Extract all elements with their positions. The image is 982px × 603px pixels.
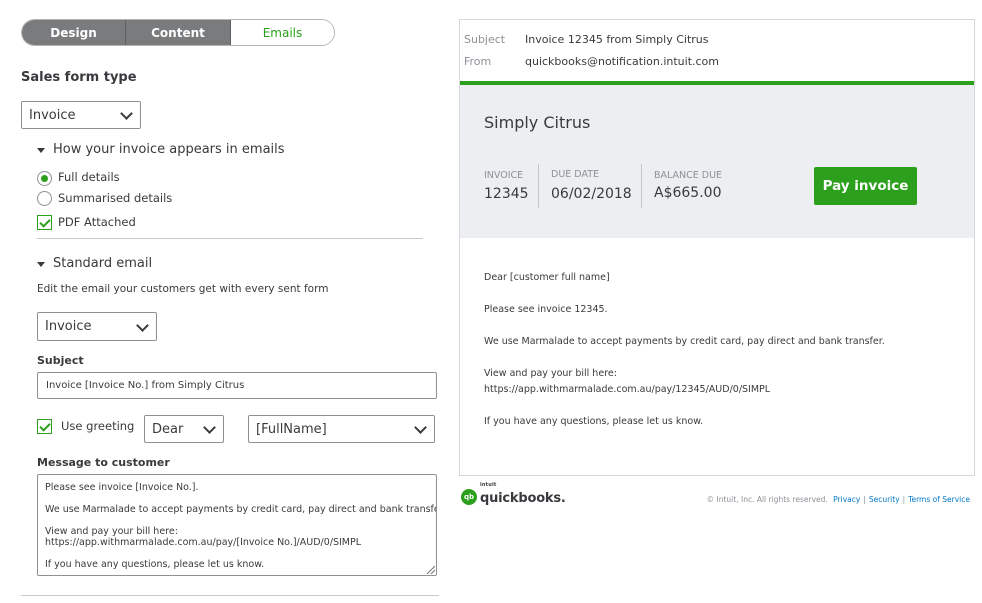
column-separator bbox=[641, 164, 642, 208]
summarised-details-radio[interactable] bbox=[37, 191, 52, 206]
terms-of-service-link[interactable]: Terms of Service bbox=[908, 495, 970, 504]
invoice-banner: Simply Citrus INVOICE 12345 DUE DATE 06/… bbox=[460, 85, 974, 238]
tab-emails[interactable]: Emails bbox=[231, 20, 334, 45]
intuit-wordmark: intuit bbox=[480, 482, 497, 488]
email-body-line: Dear [customer full name] bbox=[484, 272, 610, 283]
message-line: We use Marmalade to accept payments by c… bbox=[45, 504, 437, 515]
greeting-salutation-select[interactable]: Dear bbox=[144, 415, 224, 443]
message-line: If you have any questions, please let us… bbox=[45, 559, 265, 570]
chevron-down-icon bbox=[414, 421, 427, 434]
use-greeting-checkbox[interactable] bbox=[37, 419, 52, 434]
email-body-line: If you have any questions, please let us… bbox=[484, 416, 704, 427]
company-name: Simply Citrus bbox=[484, 113, 591, 132]
copyright-text: © Intuit, Inc. All rights reserved. bbox=[706, 495, 828, 504]
subject-label: Subject bbox=[37, 354, 84, 367]
chevron-down-icon bbox=[120, 107, 133, 120]
balance-due-label: BALANCE DUE bbox=[654, 170, 723, 181]
security-link[interactable]: Security bbox=[869, 495, 900, 504]
bottom-divider bbox=[21, 595, 439, 596]
quickbooks-logo: qb intuit quickbooks. bbox=[461, 482, 566, 506]
standard-email-description: Edit the email your customers get with e… bbox=[37, 283, 329, 295]
pay-invoice-button[interactable]: Pay invoice bbox=[814, 167, 917, 205]
tab-content[interactable]: Content bbox=[126, 20, 231, 45]
preview-from-value: quickbooks@notification.intuit.com bbox=[525, 55, 719, 68]
email-body-line: View and pay your bill here: bbox=[484, 368, 617, 379]
greeting-name-value: [FullName] bbox=[256, 421, 327, 437]
standard-email-title[interactable]: Standard email bbox=[53, 256, 152, 271]
pdf-attached-checkbox[interactable] bbox=[37, 215, 52, 230]
collapse-caret-icon[interactable] bbox=[37, 262, 45, 267]
full-details-label: Full details bbox=[58, 170, 120, 184]
sales-form-type-heading: Sales form type bbox=[21, 70, 137, 85]
preview-footer: © Intuit, Inc. All rights reserved. Priv… bbox=[707, 495, 970, 504]
email-template-value: Invoice bbox=[45, 319, 92, 334]
sales-form-type-select[interactable]: Invoice bbox=[21, 101, 141, 129]
greeting-name-select[interactable]: [FullName] bbox=[248, 415, 435, 443]
tab-design[interactable]: Design bbox=[22, 20, 126, 45]
email-body-line: Please see invoice 12345. bbox=[484, 304, 608, 315]
greeting-salutation-value: Dear bbox=[152, 421, 184, 437]
footer-separator: | bbox=[863, 495, 866, 504]
invoice-number-label: INVOICE bbox=[484, 170, 524, 181]
email-body-link: https://app.withmarmalade.com.au/pay/123… bbox=[484, 384, 771, 395]
form-tabs: Design Content Emails bbox=[21, 19, 335, 46]
summarised-details-label: Summarised details bbox=[58, 191, 173, 205]
full-details-radio[interactable] bbox=[37, 171, 52, 186]
invoice-number-value: 12345 bbox=[484, 186, 529, 202]
chevron-down-icon bbox=[136, 319, 149, 332]
due-date-value: 06/02/2018 bbox=[551, 186, 632, 202]
balance-due-value: A$665.00 bbox=[654, 185, 722, 201]
preview-subject-value: Invoice 12345 from Simply Citrus bbox=[525, 33, 709, 46]
pdf-attached-label: PDF Attached bbox=[58, 215, 136, 229]
due-date-label: DUE DATE bbox=[551, 169, 600, 180]
chevron-down-icon bbox=[203, 421, 216, 434]
resize-handle-icon[interactable] bbox=[427, 566, 435, 574]
subject-input[interactable]: Invoice [Invoice No.] from Simply Citrus bbox=[37, 372, 437, 399]
preview-from-label: From bbox=[464, 55, 492, 68]
section-divider bbox=[37, 238, 423, 239]
footer-separator: | bbox=[902, 495, 906, 504]
preview-subject-label: Subject bbox=[464, 33, 506, 46]
quickbooks-wordmark: quickbooks. bbox=[480, 491, 566, 506]
message-line: View and pay your bill here: bbox=[45, 526, 178, 537]
use-greeting-label: Use greeting bbox=[61, 419, 135, 433]
quickbooks-logo-icon: qb bbox=[461, 488, 477, 505]
appearance-section-title[interactable]: How your invoice appears in emails bbox=[53, 142, 285, 157]
message-line: https://app.withmarmalade.com.au/pay/[In… bbox=[45, 537, 362, 548]
message-textarea[interactable]: Please see invoice [Invoice No.]. We use… bbox=[37, 474, 437, 576]
column-separator bbox=[538, 164, 539, 208]
collapse-caret-icon[interactable] bbox=[37, 148, 45, 153]
email-preview: Subject Invoice 12345 from Simply Citrus… bbox=[459, 19, 975, 476]
message-line: Please see invoice [Invoice No.]. bbox=[45, 482, 199, 493]
email-template-select[interactable]: Invoice bbox=[37, 312, 157, 341]
privacy-link[interactable]: Privacy bbox=[833, 495, 860, 504]
message-label: Message to customer bbox=[37, 456, 170, 469]
email-body-line: We use Marmalade to accept payments by c… bbox=[484, 336, 885, 347]
sales-form-type-value: Invoice bbox=[29, 107, 76, 123]
